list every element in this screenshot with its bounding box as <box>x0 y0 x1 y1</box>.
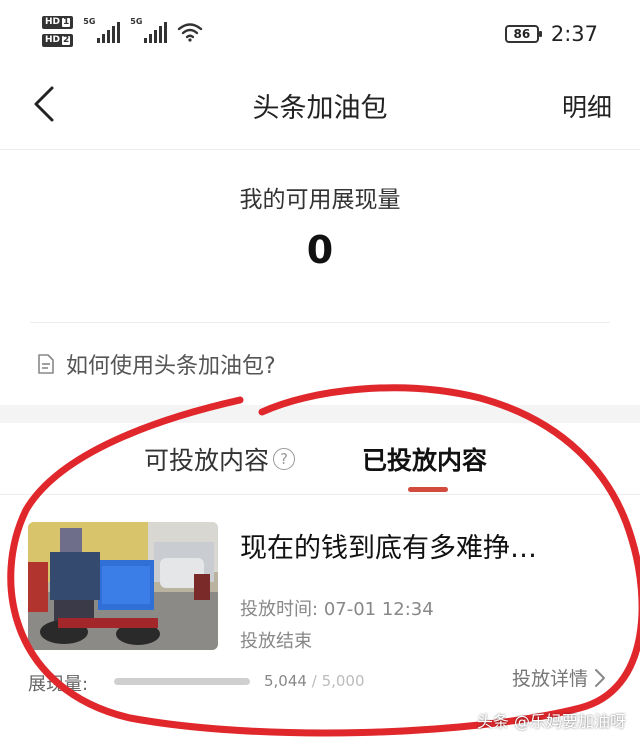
active-tab-indicator <box>408 487 448 492</box>
tab-placed-content[interactable]: 已投放内容 <box>362 441 487 477</box>
section-separator <box>0 405 640 423</box>
available-impressions-value: 0 <box>306 228 334 272</box>
signal-2-icon: 5G <box>130 17 168 43</box>
impressions-total: 5,000 <box>321 672 365 690</box>
help-link[interactable]: 如何使用头条加油包? <box>36 348 276 380</box>
hd-sim2-badge: HD 2 <box>42 34 74 47</box>
impressions-label: 展现量: <box>28 674 89 695</box>
content-title[interactable]: 现在的钱到底有多难挣… <box>240 526 570 565</box>
placement-time: 投放时间: 07-01 12:34 <box>240 595 434 621</box>
available-impressions-label: 我的可用展现量 <box>239 187 401 213</box>
placement-time-label: 投放时间: <box>240 599 319 620</box>
chevron-right-icon <box>595 668 605 687</box>
hd-sim1-badge: HD 1 <box>42 16 74 29</box>
battery-level: 86 <box>513 27 531 41</box>
impressions-separator: / <box>311 672 317 690</box>
divider <box>30 322 610 323</box>
tab-available-content[interactable]: 可投放内容 ? <box>144 441 296 477</box>
wifi-icon <box>177 22 203 46</box>
document-icon <box>38 354 54 374</box>
impressions-progress-bar <box>114 678 250 685</box>
status-time: 2:37 <box>550 22 598 46</box>
battery-icon: 86 <box>504 25 542 43</box>
placement-time-value: 07-01 12:34 <box>323 599 434 620</box>
nav-bar: 头条加油包 明细 <box>0 70 640 150</box>
placement-detail-label: 投放详情 <box>511 668 588 690</box>
placed-content-card[interactable]: 现在的钱到底有多难挣… 投放时间: 07-01 12:34 投放结束 展现量: … <box>0 496 640 706</box>
impressions-count: 5,044 / 5,000 <box>264 672 365 690</box>
impressions-progress-fill <box>114 678 250 685</box>
page-title: 头条加油包 <box>252 93 388 124</box>
status-bar: HD 1 HD 2 5G 5G 86 2:37 <box>0 0 640 70</box>
content-thumbnail[interactable] <box>28 522 218 650</box>
question-circle-icon[interactable]: ? <box>273 448 296 470</box>
placement-detail-link[interactable]: 投放详情 <box>512 664 606 691</box>
watermark: 头条 @乐妈要加油呀 <box>476 712 626 731</box>
impressions-current: 5,044 <box>264 672 307 690</box>
placement-status: 投放结束 <box>240 631 312 652</box>
signal-1-icon: 5G <box>83 17 121 43</box>
detail-button[interactable]: 明细 <box>562 88 612 124</box>
content-tabs: 可投放内容 ? 已投放内容 <box>0 423 640 495</box>
tab-placed-label: 已投放内容 <box>362 446 488 475</box>
help-link-text: 如何使用头条加油包? <box>66 354 276 379</box>
tab-available-label: 可投放内容 <box>144 446 270 475</box>
